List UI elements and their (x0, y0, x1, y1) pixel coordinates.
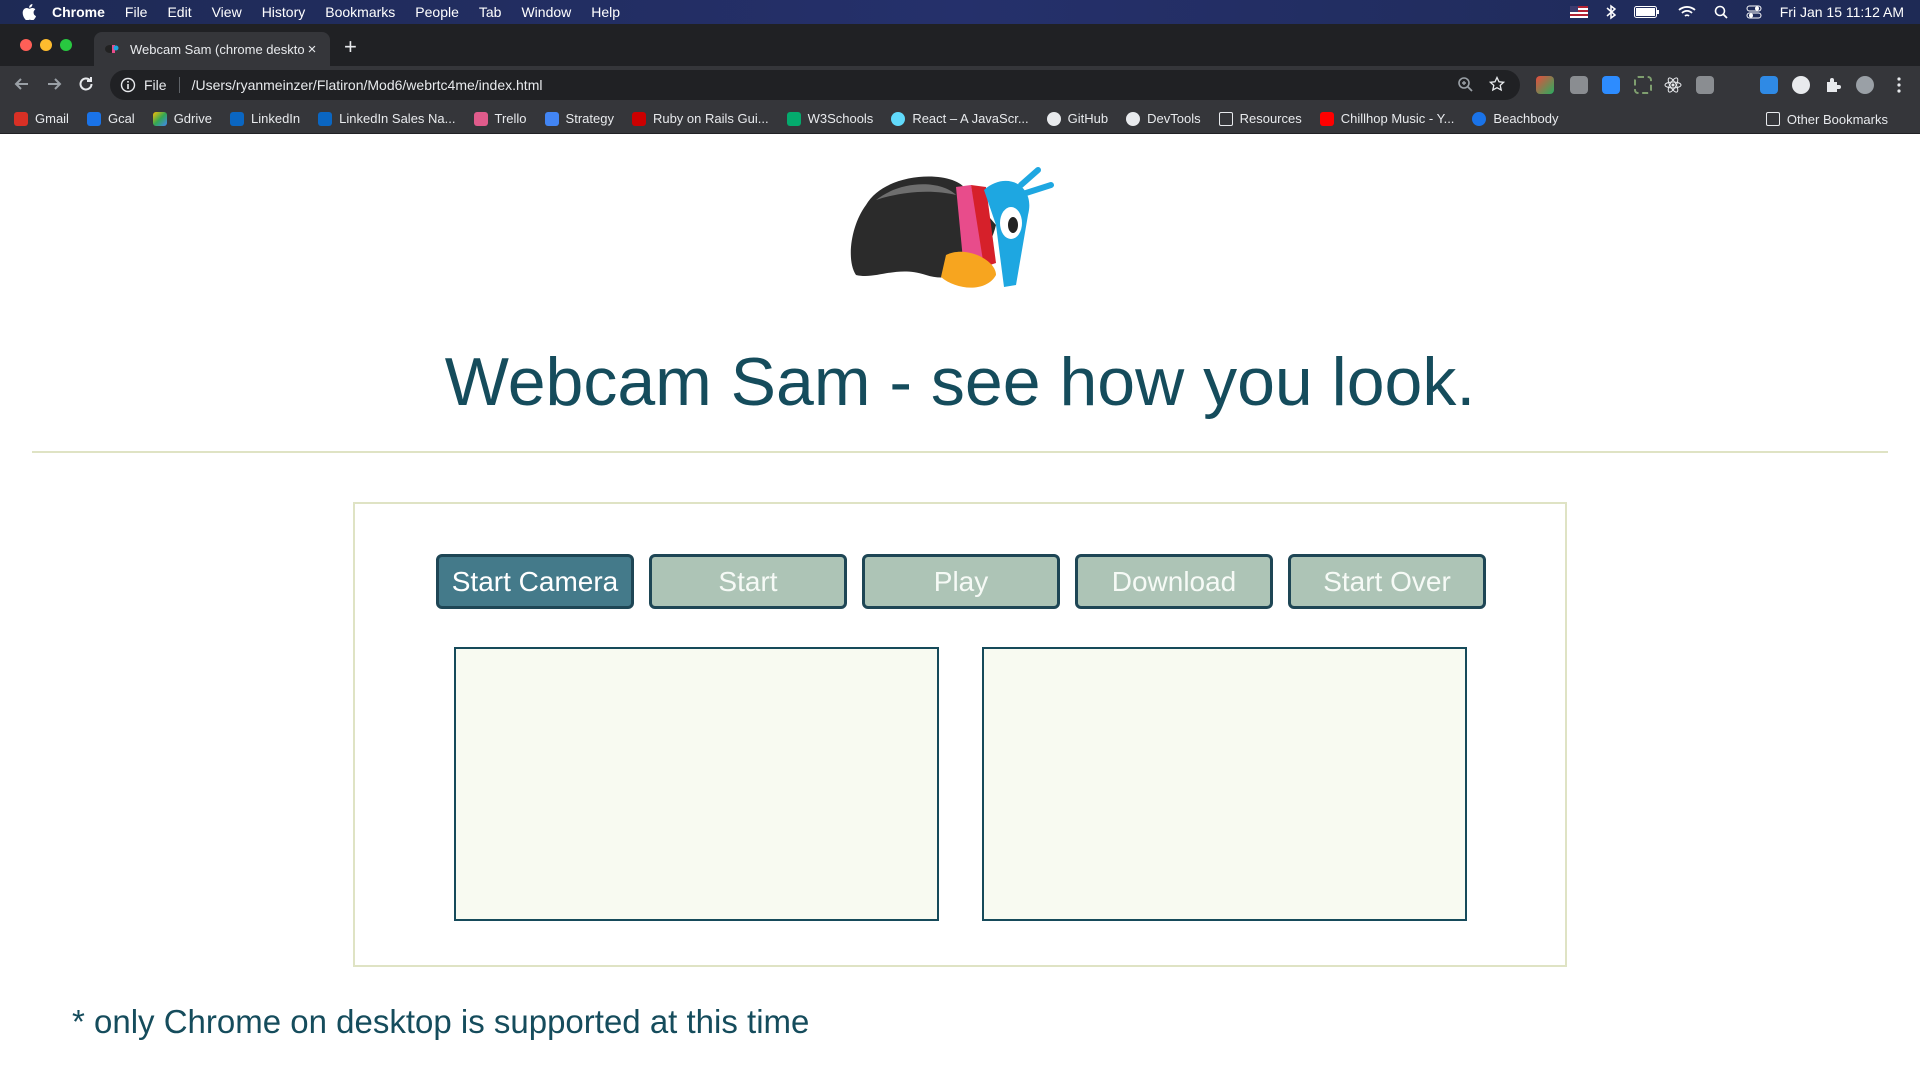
back-arrow-icon[interactable] (12, 75, 32, 95)
bookmark-star-icon[interactable] (1488, 75, 1506, 95)
spotlight-search-icon[interactable] (1714, 5, 1728, 19)
menubar-clock[interactable]: Fri Jan 15 11:12 AM (1780, 4, 1904, 20)
bookmark-linkedin-sales[interactable]: LinkedIn Sales Na... (318, 111, 456, 126)
toucan-favicon-icon (104, 41, 120, 57)
bookmark-beachbody[interactable]: Beachbody (1472, 111, 1558, 126)
bookmark-devtools[interactable]: DevTools (1126, 111, 1201, 126)
page-title: Webcam Sam - see how you look. (444, 344, 1476, 420)
bookmark-ruby-on-rails[interactable]: Ruby on Rails Gui... (631, 111, 769, 126)
recorded-video-playback (982, 647, 1467, 921)
bookmark-gmail[interactable]: Gmail (14, 111, 69, 126)
zoom-meeting-extension-icon[interactable] (1602, 76, 1620, 94)
react-devtools-icon[interactable] (1664, 76, 1682, 94)
live-video-preview (454, 647, 939, 921)
browser-toolbar: File /Users/ryanmeinzer/Flatiron/Mod6/we… (0, 66, 1920, 104)
start-camera-button[interactable]: Start Camera (436, 554, 634, 609)
download-button[interactable]: Download (1075, 554, 1273, 609)
minimize-window-button[interactable] (40, 39, 52, 51)
horizontal-rule (32, 451, 1888, 453)
drive-icon (152, 111, 167, 126)
bookmark-w3schools[interactable]: W3Schools (786, 111, 873, 126)
close-window-button[interactable] (20, 39, 32, 51)
battery-icon[interactable] (1633, 6, 1660, 18)
react-icon (891, 111, 906, 126)
browser-support-note: * only Chrome on desktop is supported at… (72, 1003, 810, 1040)
menu-tab[interactable]: Tab (479, 0, 502, 24)
tab-webcam-sam[interactable]: Webcam Sam (chrome desktop × (94, 32, 330, 66)
apple-icon[interactable] (20, 3, 38, 21)
url-scheme-label: File (144, 77, 167, 93)
bookmark-linkedin[interactable]: LinkedIn (229, 111, 300, 126)
menu-help[interactable]: Help (591, 0, 620, 24)
menu-people[interactable]: People (415, 0, 459, 24)
linkedin-icon (229, 111, 244, 126)
menu-bookmarks[interactable]: Bookmarks (325, 0, 395, 24)
omnibox-divider (178, 77, 180, 93)
bookmark-strategy[interactable]: Strategy (544, 111, 614, 126)
github-icon (1046, 111, 1061, 126)
calendar-icon (86, 111, 101, 126)
profile-avatar[interactable] (1856, 76, 1874, 94)
status-area: Fri Jan 15 11:12 AM (1552, 0, 1904, 24)
page-content: Webcam Sam - see how you look. Start Cam… (0, 135, 1920, 1080)
youtube-icon (1319, 111, 1334, 126)
bookmark-resources[interactable]: Resources (1218, 111, 1302, 126)
menu-edit[interactable]: Edit (167, 0, 191, 24)
menu-app-chrome[interactable]: Chrome (52, 0, 105, 24)
us-flag-icon[interactable] (1569, 6, 1588, 18)
compass-icon (318, 111, 333, 126)
tab-title: Webcam Sam (chrome desktop (130, 41, 304, 57)
bookmarks-bar: Gmail Gcal Gdrive LinkedIn LinkedIn Sale… (0, 104, 1920, 134)
play-button[interactable]: Play (862, 554, 1060, 609)
menu-view[interactable]: View (212, 0, 242, 24)
gmail-icon (14, 111, 28, 126)
wifi-icon[interactable] (1678, 5, 1696, 19)
rails-icon (631, 111, 646, 126)
folder-icon (1765, 112, 1780, 126)
site-info-icon[interactable] (120, 77, 136, 93)
forward-arrow-icon[interactable] (44, 75, 64, 95)
menu-window[interactable]: Window (521, 0, 571, 24)
w3schools-icon (786, 111, 801, 126)
bookmark-chillhop[interactable]: Chillhop Music - Y... (1319, 111, 1454, 126)
bluetooth-icon[interactable] (1606, 4, 1616, 20)
start-over-button[interactable]: Start Over (1288, 554, 1486, 609)
new-tab-button[interactable]: + (344, 36, 357, 58)
menu-file[interactable]: File (125, 0, 148, 24)
macos-menu-bar: Chrome File Edit View History Bookmarks … (0, 0, 1920, 24)
extension-circle-icon[interactable] (1792, 76, 1810, 94)
window-controls (20, 39, 80, 51)
folder-icon (1218, 111, 1233, 126)
extensions-puzzle-icon[interactable] (1824, 76, 1842, 94)
menu-history[interactable]: History (262, 0, 306, 24)
tab-strip: Webcam Sam (chrome desktop × + (0, 24, 1920, 66)
extension-2-icon[interactable] (1570, 76, 1588, 94)
bookmark-gcal[interactable]: Gcal (86, 111, 135, 126)
screenshot-extension-icon[interactable] (1634, 76, 1652, 94)
trello-icon (473, 111, 488, 126)
zoom-icon[interactable] (1456, 76, 1474, 95)
recorder-panel: Start Camera Start Play Download Start O… (353, 502, 1567, 967)
globe-icon (1126, 111, 1141, 126)
bookmark-gdrive[interactable]: Gdrive (152, 111, 212, 126)
docs-icon (544, 111, 559, 126)
address-bar[interactable]: File /Users/ryanmeinzer/Flatiron/Mod6/we… (110, 70, 1520, 100)
start-recording-button[interactable]: Start (649, 554, 847, 609)
beachbody-icon (1472, 111, 1487, 126)
url-text[interactable]: /Users/ryanmeinzer/Flatiron/Mod6/webrtc4… (192, 77, 1456, 93)
zoom-window-button[interactable] (60, 39, 72, 51)
bookmark-react[interactable]: React – A JavaScr... (891, 111, 1029, 126)
control-center-icon[interactable] (1746, 5, 1762, 19)
extension-1-icon[interactable] (1536, 76, 1554, 94)
reload-icon[interactable] (76, 75, 96, 95)
cloud-extension-icon[interactable] (1760, 76, 1778, 94)
other-bookmarks[interactable]: Other Bookmarks (1765, 104, 1888, 134)
chrome-menu-icon[interactable] (1890, 76, 1908, 94)
extension-l-icon[interactable] (1696, 76, 1714, 94)
toucan-logo (850, 167, 1054, 288)
tab-close-icon[interactable]: × (304, 41, 320, 58)
bookmark-trello[interactable]: Trello (473, 111, 527, 126)
bookmark-github[interactable]: GitHub (1046, 111, 1108, 126)
